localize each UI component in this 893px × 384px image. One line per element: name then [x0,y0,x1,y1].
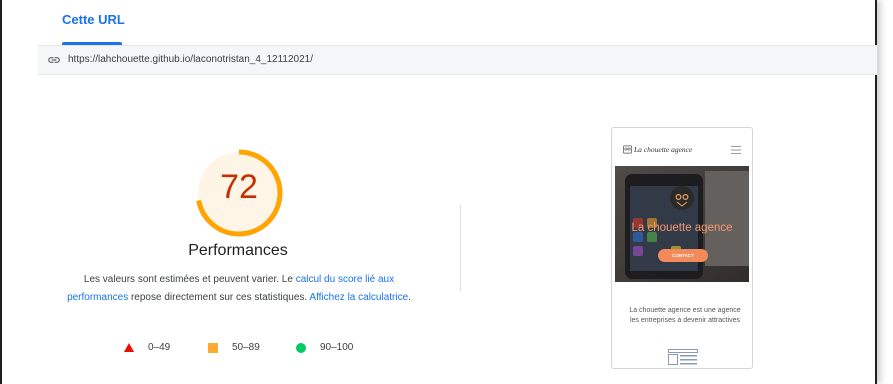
audited-url[interactable]: https://lahchouette.github.io/laconotris… [68,54,313,65]
preview-text-line: les entreprises à devenir attractives [629,317,741,324]
preview-hero: La chouette agence CONTACT [615,166,749,282]
performance-title: Performances [188,242,288,259]
triangle-icon [124,343,134,352]
section-divider [460,205,461,291]
url-bar: https://lahchouette.github.io/laconotris… [38,45,877,75]
preview-hero-title: La chouette agence [631,222,733,234]
legend-item-average: 50–89 [208,342,260,353]
report-panel: Cette URL https://lahchouette.github.io/… [0,0,877,384]
legend-range: 0–49 [148,342,171,353]
preview-brand: La chouette agence [634,145,693,154]
link-icon [48,57,60,63]
circle-icon [296,342,306,353]
owl-logo-icon [623,145,632,154]
legend-range: 90–100 [320,342,354,353]
description-text: . [408,292,411,303]
legend-item-fail: 0–49 [124,342,170,353]
preview-contact-button: CONTACT [658,249,708,262]
calculator-link[interactable]: Affichez la calculatrice [309,292,408,303]
legend-range: 50–89 [232,342,260,353]
tab-cette-url[interactable]: Cette URL [62,12,125,27]
hamburger-menu-icon [731,146,741,154]
score-description: Les valeurs sont estimées et peuvent var… [52,271,426,307]
layout-icon [668,349,698,365]
description-text: repose directement sur ces statistiques. [128,292,310,303]
legend-item-pass: 90–100 [296,342,353,353]
preview-text-line: La chouette agence est une agence [629,307,741,314]
performance-score: 72 [220,168,258,206]
square-icon [208,342,218,353]
preview-body-text: La chouette agence est une agence les en… [618,306,752,326]
page-screenshot-preview: La chouette agence La chouette agence CO… [611,127,753,369]
description-text: Les valeurs sont estimées et peuvent var… [83,274,296,285]
